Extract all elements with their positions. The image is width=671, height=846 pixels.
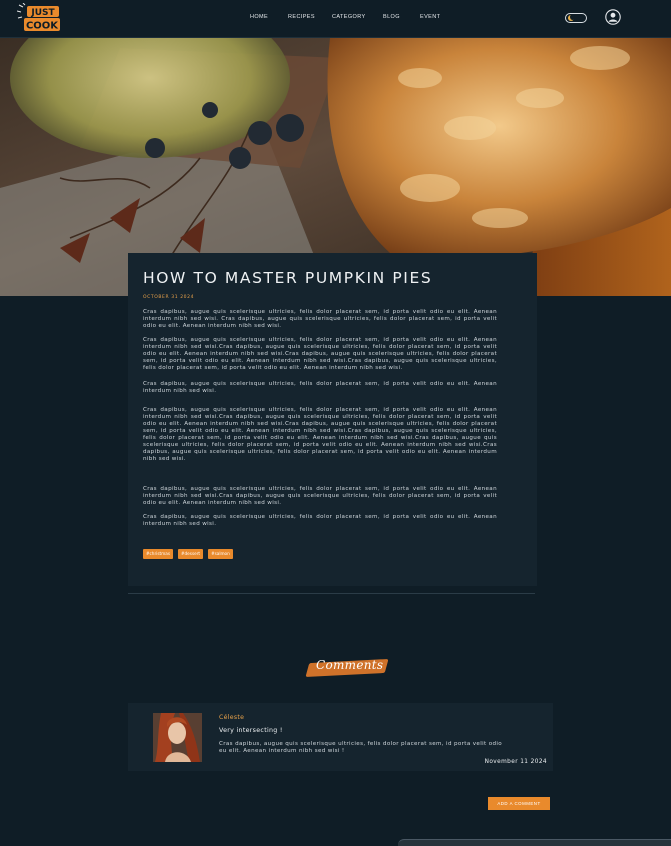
- user-account-button[interactable]: [605, 9, 621, 25]
- logo-icon: JUST COOK: [16, 2, 60, 32]
- nav-recipes[interactable]: RECIPES: [288, 14, 315, 20]
- article-date: OCTOBER 31 2024: [143, 295, 195, 300]
- comment-card: Céleste Very intersecting ! Cras dapibus…: [128, 703, 553, 771]
- article-title: HOW TO MASTER PUMPKIN PIES: [143, 269, 433, 287]
- article-paragraph: Cras dapibus, augue quis scelerisque ult…: [143, 407, 497, 462]
- comment-text: Cras dapibus, augue quis scelerisque ult…: [219, 741, 503, 754]
- tag-christmas[interactable]: #christmas: [143, 549, 174, 559]
- tag-list: #christmas #dessert #salmon: [143, 549, 233, 559]
- logo[interactable]: JUST COOK: [16, 2, 65, 35]
- nav-blog[interactable]: BLOG: [383, 14, 400, 20]
- svg-text:COOK: COOK: [26, 21, 59, 32]
- user-icon: [605, 9, 621, 25]
- moon-icon: [568, 14, 575, 21]
- comment-date: November 11 2024: [484, 759, 547, 765]
- comments-heading-text: Comments: [316, 658, 384, 672]
- add-comment-button[interactable]: ADD A COMMENT: [488, 797, 550, 810]
- comments-heading: Comments: [305, 655, 389, 679]
- article-paragraph: Cras dapibus, augue quis scelerisque ult…: [143, 309, 497, 329]
- nav-event[interactable]: EVENT: [420, 14, 440, 20]
- theme-toggle[interactable]: [565, 13, 587, 23]
- portrait-image: [153, 713, 202, 762]
- article-paragraph: Cras dapibus, augue quis scelerisque ult…: [143, 381, 497, 394]
- svg-text:JUST: JUST: [30, 8, 55, 18]
- nav-home[interactable]: HOME: [250, 14, 268, 20]
- nav-category[interactable]: CATEGORY: [332, 14, 366, 20]
- avatar: [153, 713, 202, 762]
- comment-heading: Very intersecting !: [219, 727, 283, 734]
- article-paragraph: Cras dapibus, augue quis scelerisque ult…: [143, 337, 497, 371]
- tag-salmon[interactable]: #salmon: [208, 549, 233, 559]
- section-divider: [128, 593, 535, 594]
- article-card: HOW TO MASTER PUMPKIN PIES OCTOBER 31 20…: [128, 253, 537, 586]
- tag-dessert[interactable]: #dessert: [178, 549, 204, 559]
- bottom-panel: [398, 839, 671, 846]
- article-paragraph: Cras dapibus, augue quis scelerisque ult…: [143, 514, 497, 527]
- site-header: JUST COOK HOME RECIPES CATEGORY BLOG EVE…: [0, 0, 671, 38]
- comment-author: Céleste: [219, 714, 245, 721]
- article-paragraph: Cras dapibus, augue quis scelerisque ult…: [143, 486, 497, 506]
